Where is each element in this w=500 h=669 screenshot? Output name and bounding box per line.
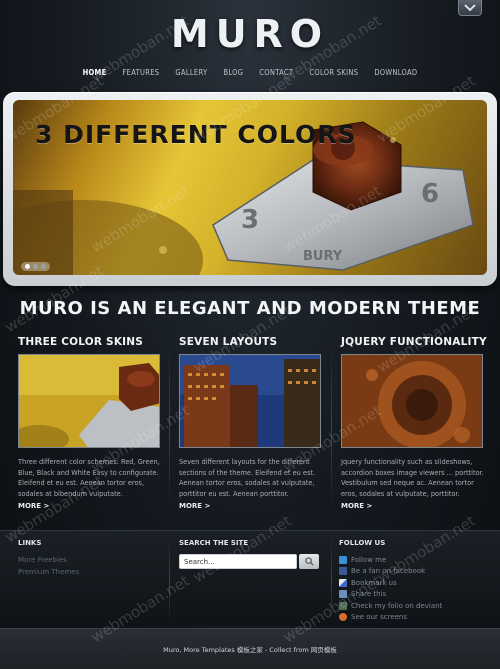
follow-label: Be a fan on facebook [351,567,426,576]
column-divider [331,340,332,510]
search-icon [304,557,314,566]
nav-item-download[interactable]: DOWNLOAD [374,68,417,77]
feature-thumbnail[interactable] [341,354,483,448]
follow-deviantart[interactable]: Check my folio on deviant [339,600,442,612]
column-divider [331,535,332,623]
follow-dribbble[interactable]: See our screens [339,612,442,624]
feature-thumbnail[interactable] [179,354,321,448]
follow-share[interactable]: Share this [339,589,442,601]
follow-label: Follow me [351,555,387,564]
feature-layouts: SEVEN LAYOUTS Seven different layouts fo… [179,336,325,510]
nav-item-color-skins[interactable]: COLOR SKINS [309,68,358,77]
search-form [179,554,319,569]
more-link[interactable]: MORE > [18,502,49,510]
nav-item-features[interactable]: FEATURES [123,68,160,77]
feature-jquery: JQUERY FUNCTIONALITY Jquery functionalit… [341,336,487,510]
page: MURO HOME FEATURES GALLERY BLOG CONTACT … [0,0,500,669]
search-widget: SEARCH THE SITE [179,539,319,569]
rusty-pipe-image [342,355,482,447]
city-buildings-image [180,355,320,447]
more-link[interactable]: MORE > [341,502,372,510]
bolt-thumbnail-image [19,355,159,447]
slider-dot-1[interactable] [25,264,30,269]
twitter-icon [339,555,347,564]
svg-text:3: 3 [241,205,259,235]
slider-dot-2[interactable] [33,264,38,269]
feature-thumbnail[interactable] [18,354,160,448]
follow-widget: FOLLOW US Follow me Be a fan on facebook… [339,539,442,623]
features-section: THREE COLOR SKINS Three different color … [0,336,500,522]
slide-caption: 3 DIFFERENT COLORS [35,120,357,149]
follow-label: Bookmark us [351,578,397,587]
feature-color-skins: THREE COLOR SKINS Three different color … [18,336,164,510]
links-widget: LINKS More Freebies Premium Themes [18,539,79,578]
facebook-icon [339,567,347,576]
nav-item-home[interactable]: HOME [83,68,107,77]
link-premium-themes[interactable]: Premium Themes [18,566,79,578]
link-more-freebies[interactable]: More Freebies [18,554,79,566]
svg-text:6: 6 [421,179,439,209]
more-link[interactable]: MORE > [179,502,210,510]
nav-item-contact[interactable]: CONTACT [259,68,293,77]
nav-item-blog[interactable]: BLOG [223,68,243,77]
feature-description: Three different color schemes: Red, Gree… [18,458,160,498]
widget-title: SEARCH THE SITE [179,539,249,547]
slider-dot-3[interactable] [41,264,46,269]
svg-text:BURY: BURY [303,249,343,264]
main-nav: HOME FEATURES GALLERY BLOG CONTACT COLOR… [0,68,500,77]
feature-description: Jquery functionality such as slideshows,… [341,458,484,498]
site-logo[interactable]: MURO [0,12,500,56]
hero-slider: 3 6 BURY 3 DIFFERENT COLORS [3,92,497,286]
deviantart-icon [339,601,347,610]
footer-widgets: LINKS More Freebies Premium Themes SEARC… [0,530,500,626]
delicious-icon [339,578,347,587]
copyright-text: Muro, More Templates 模板之家 - Collect from… [163,646,337,654]
bottom-bar: Muro, More Templates 模板之家 - Collect from… [0,628,500,669]
chevron-down-icon [464,3,476,11]
search-button[interactable] [299,554,319,569]
slider-pagination [21,262,50,271]
follow-label: See our screens [351,613,408,622]
dribbble-icon [339,613,347,622]
nav-item-gallery[interactable]: GALLERY [175,68,207,77]
follow-label: Check my folio on deviant [351,601,443,610]
follow-delicious[interactable]: Bookmark us [339,577,442,589]
follow-label: Share this [351,590,387,599]
feature-title: JQUERY FUNCTIONALITY [341,336,487,348]
share-icon [339,590,347,599]
widget-title: LINKS [18,539,42,547]
slide-image: 3 6 BURY 3 DIFFERENT COLORS [13,100,487,275]
follow-facebook[interactable]: Be a fan on facebook [339,566,442,578]
search-input[interactable] [179,554,297,569]
column-divider [169,535,170,623]
feature-title: SEVEN LAYOUTS [179,336,278,348]
follow-twitter[interactable]: Follow me [339,554,442,566]
column-divider [169,340,170,510]
widget-title: FOLLOW US [339,539,386,547]
tagline: MURO IS AN ELEGANT AND MODERN THEME [19,298,481,319]
feature-title: THREE COLOR SKINS [18,336,144,348]
feature-description: Seven different layouts for the differen… [179,458,316,498]
